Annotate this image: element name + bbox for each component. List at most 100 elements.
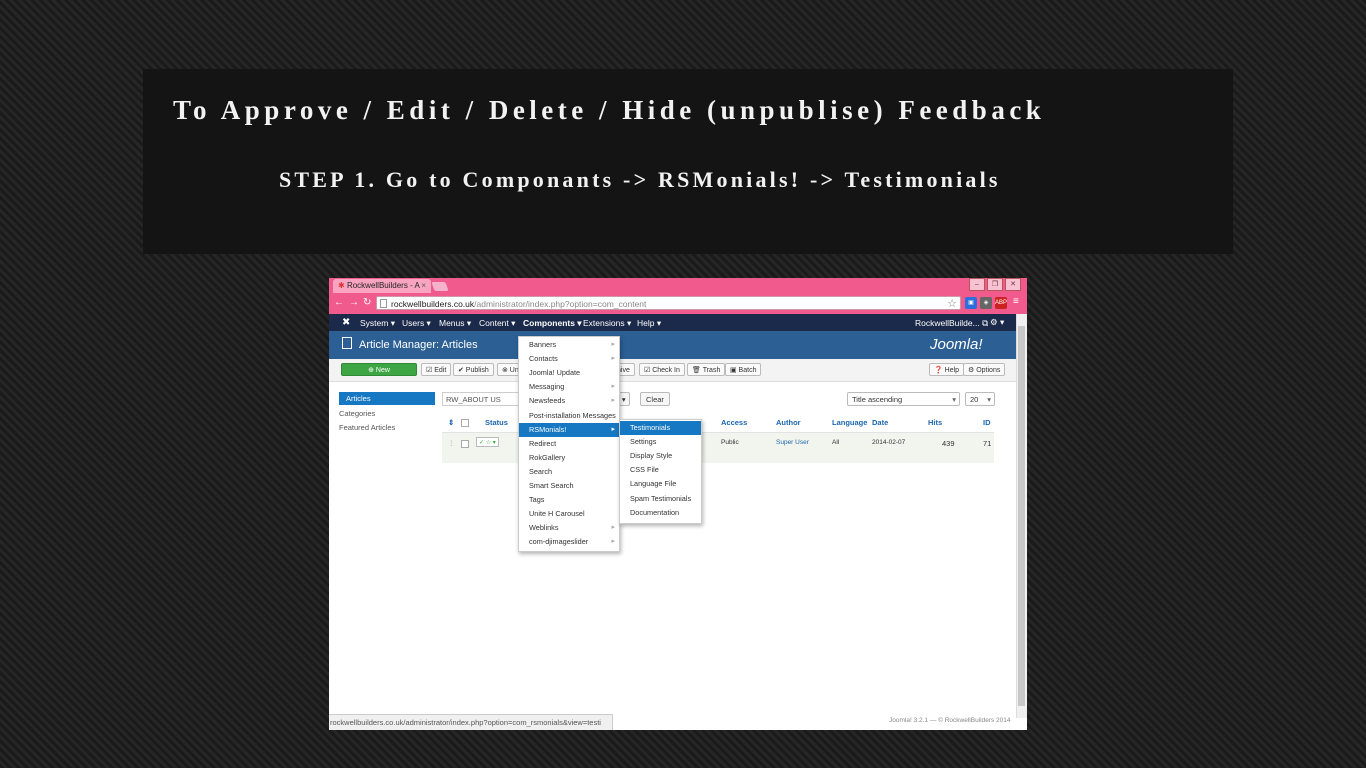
menu-item-label: Post-installation Messages — [529, 410, 616, 420]
rsmonials-menu-item[interactable]: CSS File — [620, 463, 701, 477]
sidebar-item-articles[interactable]: Articles — [339, 392, 435, 405]
reload-icon[interactable]: ↻ — [363, 297, 371, 308]
banner-title: To Approve / Edit / Delete / Hide (unpub… — [173, 95, 1046, 125]
rsmonials-menu-item[interactable]: Documentation — [620, 506, 701, 520]
components-menu-item[interactable]: Search — [519, 465, 619, 479]
rsmonials-menu-item[interactable]: Display Style — [620, 449, 701, 463]
user-menu[interactable]: RockwellBuilde... ⧉ — [915, 318, 988, 329]
menu-item-label: Unite H Carousel — [529, 509, 585, 519]
url-input[interactable]: rockwellbuilders.co.uk/administrator/ind… — [376, 296, 961, 310]
drag-handle-icon[interactable]: ⋮ — [448, 439, 455, 447]
status-column-header[interactable]: Status — [485, 418, 508, 427]
components-menu-item[interactable]: RSMonials! ▸ — [519, 422, 619, 437]
components-menu-item[interactable]: Post-installation Messages — [519, 409, 619, 423]
date-column-header[interactable]: Date — [872, 418, 888, 427]
order-column-header[interactable]: ⇕ — [448, 418, 454, 427]
sidebar-item-categories[interactable]: Categories — [339, 409, 375, 418]
menu-content[interactable]: Content ▾ — [479, 318, 515, 329]
sort-value: Title ascending — [852, 395, 903, 404]
components-menu-item[interactable]: Tags — [519, 493, 619, 507]
chevron-right-icon: ▸ — [611, 355, 615, 363]
menu-help[interactable]: Help ▾ — [637, 318, 661, 329]
close-tab-icon[interactable]: × — [421, 279, 426, 293]
tab-title: RockwellBuilders - A — [346, 281, 420, 290]
menu-components[interactable]: Components ▾ — [523, 318, 582, 329]
menu-users[interactable]: Users ▾ — [402, 318, 431, 329]
minimize-icon[interactable]: – — [969, 278, 985, 291]
components-menu-item[interactable]: Joomla! Update — [519, 366, 619, 380]
forward-icon[interactable]: → — [349, 297, 359, 308]
admin-top-nav: ✖ System ▾ Users ▾ Menus ▾ Content ▾ Com… — [329, 314, 1017, 331]
menu-extensions[interactable]: Extensions ▾ — [583, 318, 631, 329]
components-menu-item[interactable]: Newsfeeds ▸ — [519, 394, 619, 408]
bookmark-star-icon[interactable]: ☆ — [947, 297, 957, 311]
row-status-buttons[interactable]: ✓ ☆ ▾ — [476, 437, 499, 447]
joomla-brand-logo: Joomla! — [930, 336, 983, 353]
url-path: /administrator/index.php?option=com_cont… — [474, 299, 647, 309]
extension-shield-icon[interactable]: ◈ — [980, 297, 992, 309]
access-column-header[interactable]: Access — [721, 418, 747, 427]
chevron-right-icon: ▸ — [611, 425, 615, 433]
components-menu-item[interactable]: Messaging ▸ — [519, 380, 619, 394]
page-header: Article Manager: Articles Joomla! — [329, 331, 1017, 359]
search-input[interactable]: RW_ABOUT US — [442, 392, 522, 406]
adblock-icon[interactable]: ABP — [995, 297, 1007, 309]
new-tab-button[interactable] — [431, 282, 449, 291]
language-column-header[interactable]: Language — [832, 418, 867, 427]
components-menu-item[interactable]: Weblinks ▸ — [519, 521, 619, 535]
hits-column-header[interactable]: Hits — [928, 418, 942, 427]
components-menu-item[interactable]: Smart Search — [519, 479, 619, 493]
article-manager-icon — [342, 337, 352, 349]
components-menu-item[interactable]: com-djimageslider ▸ — [519, 535, 619, 549]
extension-icon[interactable]: ▣ — [965, 297, 977, 309]
menu-item-label: Banners — [529, 340, 557, 349]
browser-menu-icon[interactable]: ≡ — [1013, 296, 1019, 307]
sidebar-item-featured-articles[interactable]: Featured Articles — [339, 423, 395, 432]
row-access: Public — [721, 439, 739, 446]
publish-button[interactable]: ✔ Publish — [453, 363, 494, 376]
row-checkbox[interactable] — [461, 440, 469, 448]
menu-item-label: Smart Search — [529, 481, 574, 490]
scrollbar-thumb[interactable] — [1018, 326, 1025, 706]
components-menu-item[interactable]: Banners ▸ — [519, 338, 619, 352]
sort-select[interactable]: Title ascending ▾ — [847, 392, 960, 406]
components-menu-item[interactable]: Redirect — [519, 437, 619, 451]
clear-button[interactable]: Clear — [640, 392, 670, 406]
checkin-button[interactable]: ☑ Check In — [639, 363, 685, 376]
options-button[interactable]: ⚙ Options — [963, 363, 1006, 376]
rsmonials-menu-item[interactable]: Spam Testimonials — [620, 492, 701, 506]
edit-button[interactable]: ☑ Edit — [421, 363, 452, 376]
components-menu-item[interactable]: Contacts ▸ — [519, 352, 619, 366]
batch-button[interactable]: ▣ Batch — [725, 363, 762, 376]
new-button[interactable]: ⊕ New — [341, 363, 417, 376]
close-window-icon[interactable]: ✕ — [1005, 278, 1021, 291]
components-dropdown: Banners ▸ Contacts ▸ Joomla! Update Messaging… — [518, 336, 620, 552]
components-menu-item[interactable]: RokGallery — [519, 451, 619, 465]
trash-button[interactable]: 🗑 Trash — [687, 363, 726, 376]
menu-system[interactable]: System ▾ — [360, 318, 395, 329]
chevron-right-icon: ▸ — [611, 341, 615, 348]
joomla-logo-icon[interactable]: ✖ — [342, 317, 350, 328]
select-all-checkbox[interactable] — [461, 419, 469, 427]
rsmonials-menu-item[interactable]: Settings — [620, 435, 701, 449]
browser-tab[interactable]: ✱ RockwellBuilders - A × — [333, 279, 431, 293]
components-menu-item[interactable]: Unite H Carousel — [519, 507, 619, 521]
back-icon[interactable]: ← — [334, 297, 344, 308]
rsmonials-menu-item[interactable]: Testimonials — [620, 421, 701, 435]
menu-menus[interactable]: Menus ▾ — [439, 318, 471, 329]
help-button[interactable]: ❓ Help — [929, 363, 965, 376]
chevron-down-icon: ▾ — [952, 395, 956, 404]
settings-gear-icon[interactable]: ⚙ ▾ — [990, 317, 1004, 328]
admin-footer: Joomla! 3.2.1 — © RockwellBuilders 2014 — [889, 717, 1011, 724]
limit-select[interactable]: 20 ▾ — [965, 392, 995, 406]
menu-item-label: com-djimageslider — [529, 537, 589, 547]
row-date: 2014-02-07 — [872, 439, 906, 446]
page-scrollbar[interactable] — [1016, 314, 1027, 718]
menu-item-label: Messaging — [529, 382, 565, 392]
author-column-header[interactable]: Author — [776, 418, 801, 427]
row-author[interactable]: Super User — [776, 439, 809, 446]
maximize-icon[interactable]: ❐ — [987, 278, 1003, 291]
id-column-header[interactable]: ID — [983, 418, 991, 427]
chevron-right-icon: ▸ — [611, 397, 615, 405]
rsmonials-menu-item[interactable]: Language File — [620, 477, 701, 491]
